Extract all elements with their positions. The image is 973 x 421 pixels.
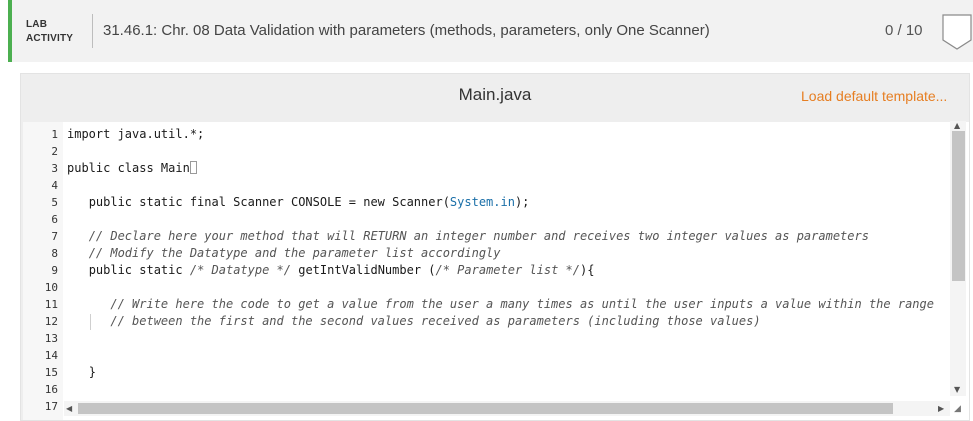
line-number: 13 — [44, 332, 58, 345]
code-comment: /* Parameter list */ — [435, 263, 581, 277]
line-number: 15 — [44, 366, 58, 379]
code-editor-panel: Main.java Load default template... 1 2 3… — [20, 73, 970, 421]
line-number: 14 — [44, 349, 58, 362]
line-number: 17 — [44, 400, 58, 413]
chevron-right-icon[interactable]: ▶ — [938, 404, 944, 413]
code-comment: // Modify the Datatype and the parameter… — [88, 246, 501, 260]
code-text: ){ — [580, 263, 595, 277]
line-number-gutter: 1 2 3 4 5 6 7 8 9 10 11 12 13 14 15 16 1… — [23, 122, 63, 420]
line-number: 11 — [44, 298, 58, 311]
code-text: System.in — [449, 195, 515, 209]
line-number: 6 — [51, 213, 58, 226]
line-number: 3 — [51, 162, 58, 175]
shield-badge-icon — [942, 14, 972, 50]
line-number: 7 — [51, 230, 58, 243]
lab-tag-line2: ACTIVITY — [26, 33, 74, 44]
code-line: // between the first and the second valu… — [67, 313, 761, 330]
lab-activity-tag: LAB ACTIVITY — [26, 18, 73, 46]
code-line: import java.util.*; — [67, 126, 204, 143]
code-line: public static /* Datatype */ getIntValid… — [67, 262, 595, 279]
line-number: 1 — [51, 128, 58, 141]
chevron-down-icon[interactable]: ▼ — [954, 385, 960, 394]
vertical-scroll-thumb[interactable] — [952, 131, 965, 281]
code-line: } — [67, 364, 96, 381]
code-comment: /* Datatype */ — [189, 263, 291, 277]
code-text: getIntValidNumber ( — [291, 263, 436, 277]
code-text: public static final Scanner CONSOLE = ne… — [88, 195, 450, 209]
line-number: 16 — [44, 383, 58, 396]
code-text: } — [88, 365, 96, 379]
code-editor[interactable]: 1 2 3 4 5 6 7 8 9 10 11 12 13 14 15 16 1… — [23, 122, 969, 420]
line-number: 9 — [51, 264, 58, 277]
line-number: 8 — [51, 247, 58, 260]
code-line: // Write here the code to get a value fr… — [67, 296, 934, 313]
code-line: // Modify the Datatype and the parameter… — [67, 245, 501, 262]
code-text: import java.util.*; — [67, 127, 205, 141]
line-number: 2 — [51, 145, 58, 158]
line-number: 4 — [51, 179, 58, 192]
load-default-template-link[interactable]: Load default template... — [801, 88, 947, 104]
code-text: public class Main — [67, 161, 190, 175]
code-comment: // Declare here your method that will RE… — [88, 229, 869, 243]
bracket-match-marker — [189, 161, 197, 174]
lab-tag-line1: LAB — [26, 19, 48, 30]
line-number: 5 — [51, 196, 58, 209]
header-divider — [92, 14, 93, 48]
line-number: 12 — [44, 315, 58, 328]
code-comment: // Write here the code to get a value fr… — [110, 297, 934, 311]
horizontal-scroll-thumb[interactable] — [78, 403, 893, 414]
indent-guide — [90, 314, 91, 330]
lab-score: 0 / 10 — [885, 22, 923, 39]
code-comment: // between the first and the second valu… — [110, 314, 761, 328]
lab-activity-header: LAB ACTIVITY 31.46.1: Chr. 08 Data Valid… — [8, 0, 973, 62]
line-number: 10 — [44, 281, 58, 294]
lab-title: 31.46.1: Chr. 08 Data Validation with pa… — [103, 22, 710, 39]
code-line: // Declare here your method that will RE… — [67, 228, 869, 245]
code-text: public static — [88, 263, 190, 277]
code-line: public static final Scanner CONSOLE = ne… — [67, 194, 530, 211]
code-line: public class Main — [67, 160, 197, 177]
chevron-up-icon[interactable]: ▲ — [954, 121, 960, 130]
code-text: ); — [514, 195, 530, 209]
chevron-left-icon[interactable]: ◀ — [66, 404, 72, 413]
resize-grip-icon[interactable]: ◢ — [954, 404, 961, 414]
